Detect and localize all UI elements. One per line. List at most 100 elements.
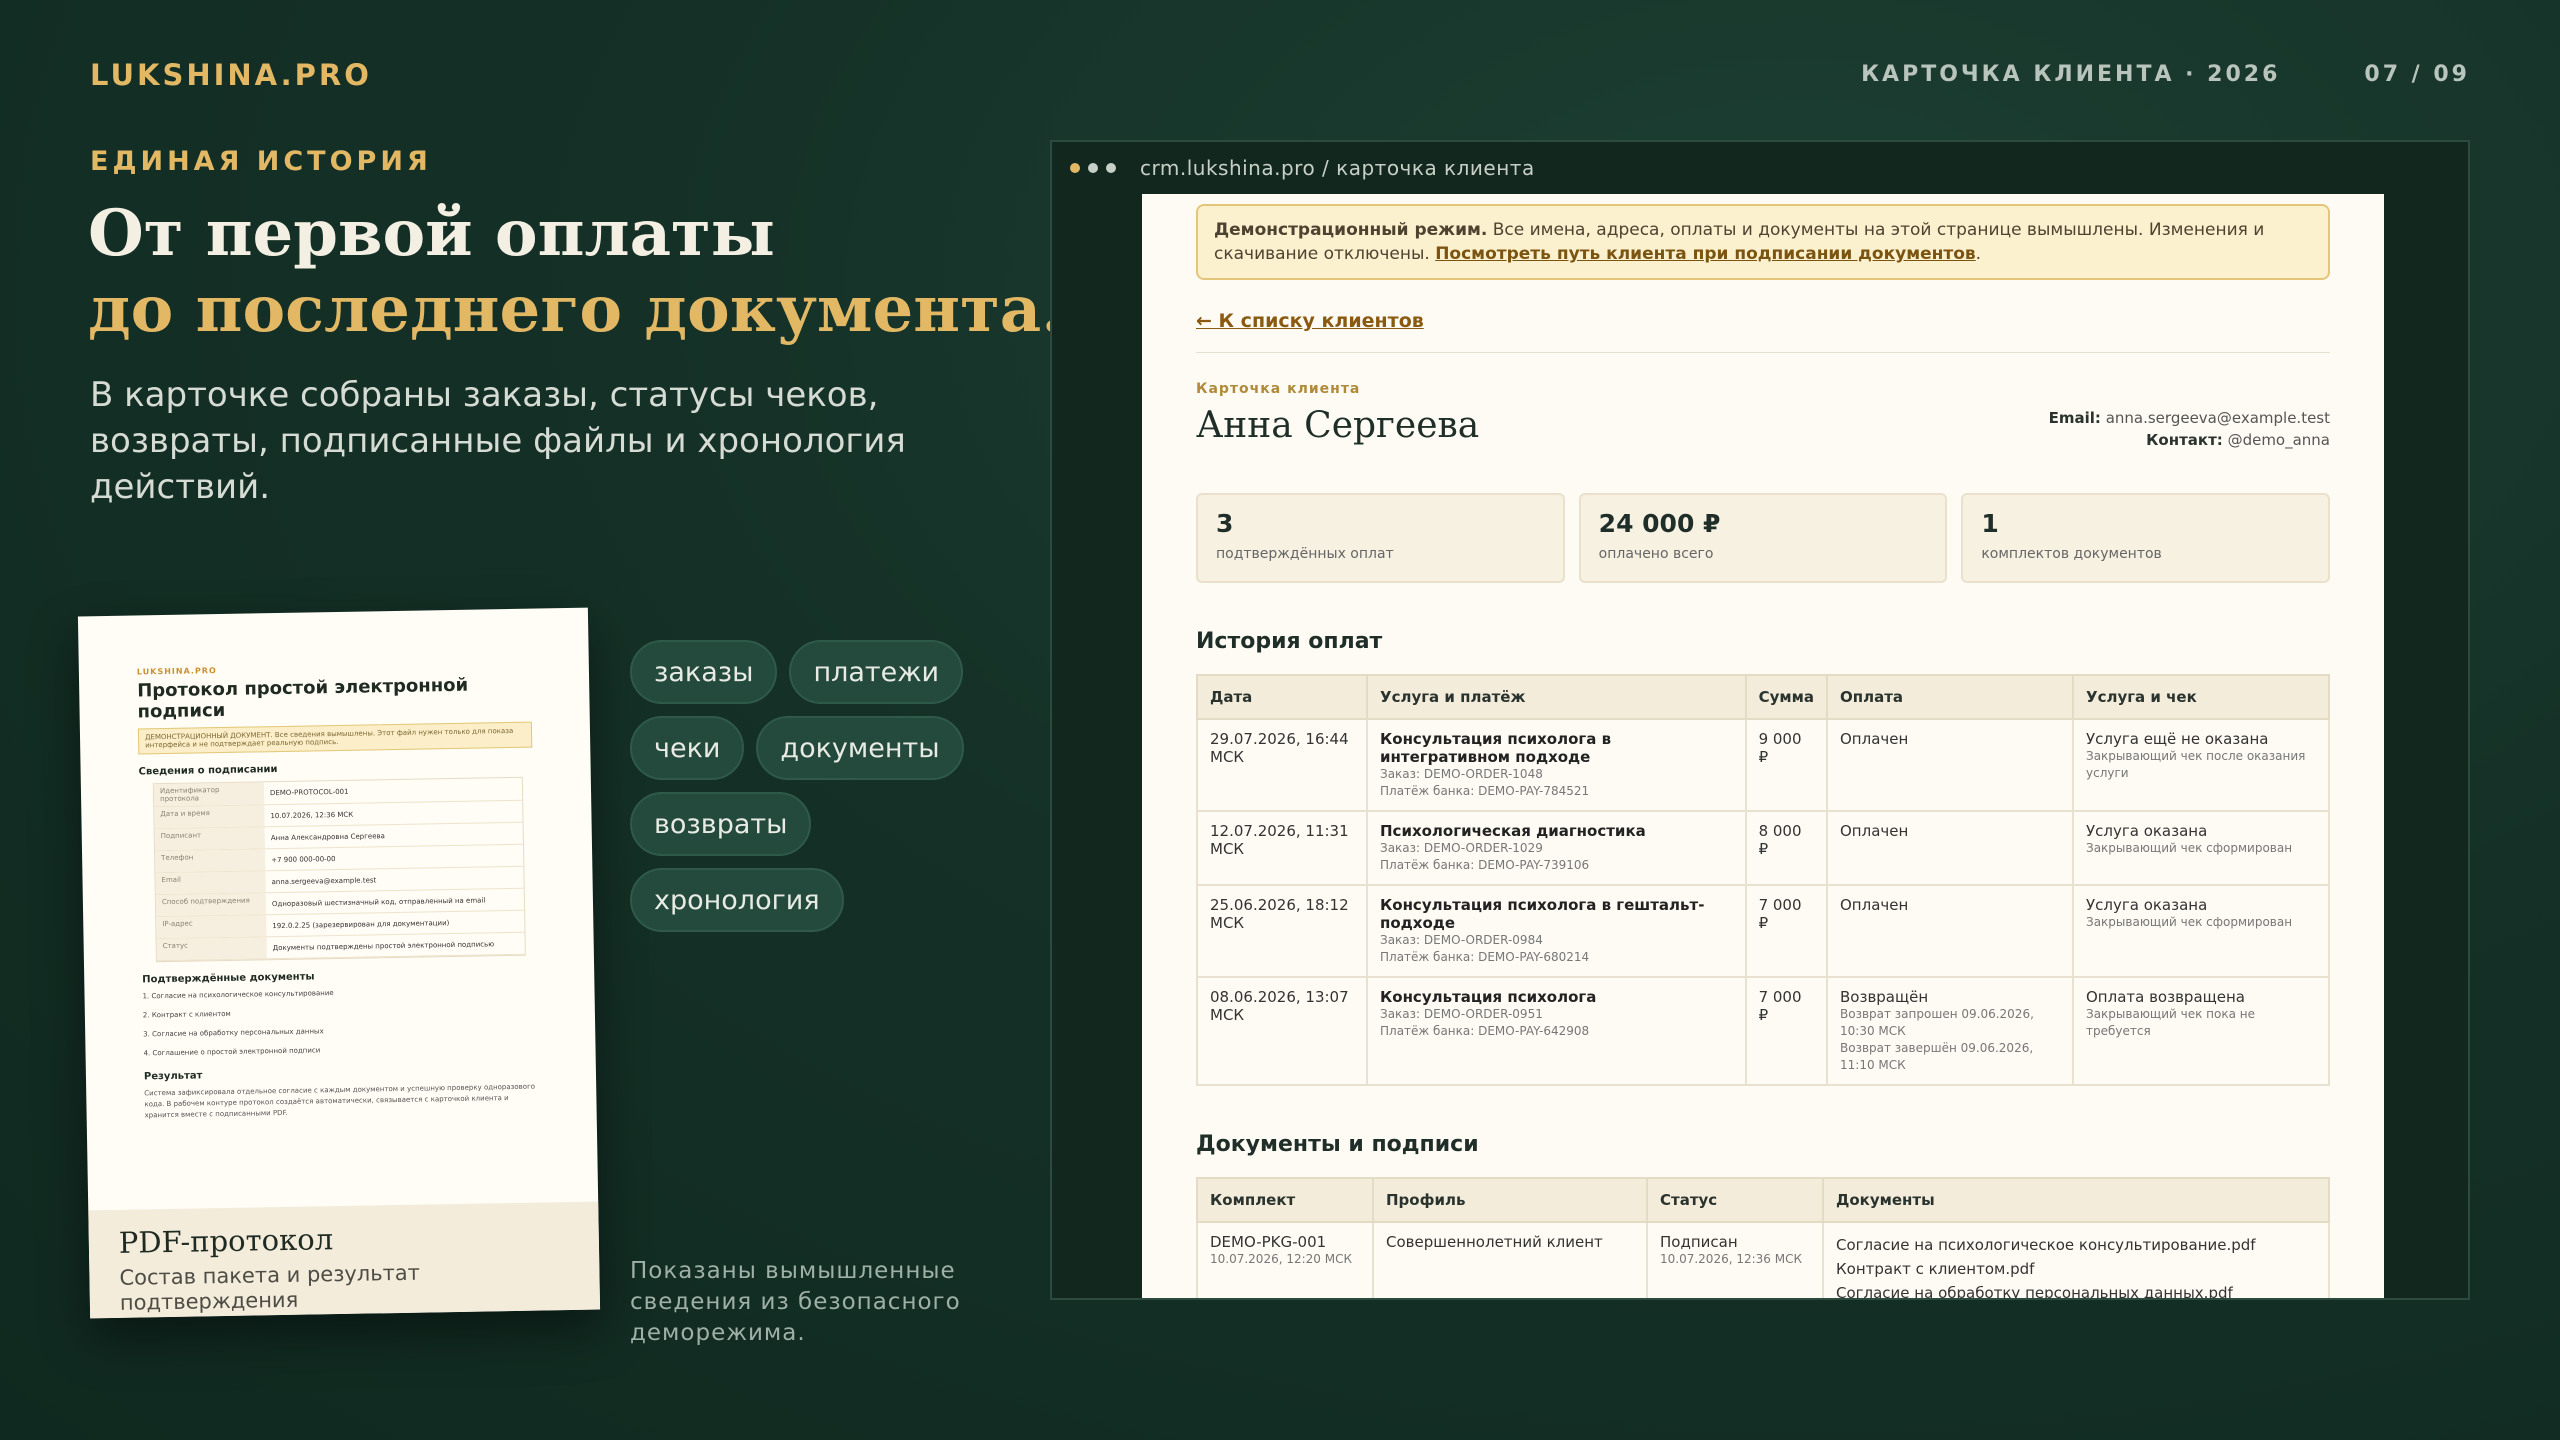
contact-label: Контакт: — [2146, 431, 2223, 449]
client-contacts: Email: anna.sergeeva@example.test Контак… — [2049, 407, 2330, 451]
payment-status: Оплачен — [1840, 822, 1909, 840]
refund-requested: Возврат запрошен 09.06.2026, 10:30 МСК — [1840, 1007, 2034, 1038]
headline-line2: до последнего документа. — [88, 272, 1064, 347]
kit-date: 10.07.2026, 12:20 МСК — [1210, 1252, 1352, 1266]
pdf-row-value: anna.sergeeva@example.test — [271, 875, 377, 886]
pdf-row-value: DEMO-PROTOCOL-001 — [269, 787, 349, 798]
pdf-docs-list: 1. Согласие на психологическое консульти… — [142, 985, 537, 1060]
window-dot-icon — [1106, 163, 1116, 173]
pdf-doc-item: 1. Согласие на психологическое консульти… — [142, 989, 334, 1001]
table-row[interactable]: 08.06.2026, 13:07 МСК Консультация психол… — [1196, 976, 2330, 1086]
pdf-doc-item: 3. Согласие на обработку персональных да… — [143, 1027, 324, 1039]
browser-bar: crm.lukshina.pro / карточка клиента — [1052, 142, 2468, 194]
pdf-footer: PDF-протокол Состав пакета и результат п… — [88, 1201, 601, 1319]
pdf-section-sign: Сведения о подписании — [138, 764, 278, 778]
service-status: Оплата возвращена — [2086, 988, 2245, 1006]
file-link[interactable]: Согласие на обработку персональных данны… — [1836, 1281, 2316, 1298]
file-link[interactable]: Согласие на психологическое консультиров… — [1836, 1233, 2316, 1257]
client-email[interactable]: anna.sergeeva@example.test — [2106, 409, 2330, 427]
payment-status: Оплачен — [1840, 730, 1909, 748]
payment-date: 12.07.2026, 11:31 МСК — [1210, 822, 1349, 858]
stat-label: оплачено всего — [1598, 546, 1714, 562]
stat-label: подтверждённых оплат — [1216, 546, 1394, 562]
col-documents: Документы — [1822, 1177, 2330, 1223]
kit-status: Подписан — [1660, 1233, 1738, 1251]
payment-sum: 9 000 ₽ — [1758, 730, 1802, 766]
payment-bank-id: Платёж банка: DEMO-PAY-739106 — [1380, 858, 1590, 872]
payment-order: Заказ: DEMO-ORDER-1029 — [1380, 841, 1543, 855]
slide-meta: КАРТОЧКА КЛИЕНТА · 2026 07 / 09 — [1861, 62, 2470, 87]
tag-orders[interactable]: заказы — [630, 640, 778, 704]
col-kit: Комплект — [1196, 1177, 1374, 1223]
payment-date: 29.07.2026, 16:44 МСК — [1210, 730, 1349, 766]
service-status: Услуга ещё не оказана — [2086, 730, 2269, 748]
file-link[interactable]: Контракт с клиентом.pdf — [1836, 1257, 2316, 1281]
payment-service: Консультация психолога в гештальт-подход… — [1380, 896, 1705, 932]
kit-status-date: 10.07.2026, 12:36 МСК — [1660, 1252, 1802, 1266]
demo-banner-title: Демонстрационный режим. — [1214, 220, 1488, 240]
pdf-row-value: Документы подтверждены простой электронн… — [272, 939, 495, 952]
address-bar[interactable]: crm.lukshina.pro / карточка клиента — [1140, 156, 1535, 180]
payment-status: Оплачен — [1840, 896, 1909, 914]
payment-status: Возвращён — [1840, 988, 1929, 1006]
crm-page: Демонстрационный режим. Все имена, адрес… — [1142, 194, 2384, 1298]
tag-refunds[interactable]: возвраты — [630, 792, 812, 856]
receipt-status: Закрывающий чек сформирован — [2086, 915, 2293, 929]
brand-logo: LUKSHINA.PRO — [90, 58, 372, 92]
receipt-status: Закрывающий чек после оказания услуги — [2086, 749, 2306, 780]
pdf-doc-item: 4. Соглашение о простой электронной подп… — [143, 1046, 321, 1058]
pdf-row-key: Статус — [156, 937, 267, 961]
docs-header-row: Комплект Профиль Статус Документы — [1196, 1177, 2330, 1223]
col-payment: Оплата — [1826, 674, 2074, 720]
payment-bank-id: Платёж банка: DEMO-PAY-642908 — [1380, 1024, 1590, 1038]
pdf-sign-table: Идентификатор протокола DEMO-PROTOCOL-001… — [152, 776, 526, 963]
demo-banner: Демонстрационный режим. Все имена, адрес… — [1196, 204, 2330, 280]
tag-receipts[interactable]: чеки — [630, 716, 745, 780]
payment-sum: 7 000 ₽ — [1758, 988, 1802, 1024]
stat-value: 24 000 ₽ — [1598, 509, 1721, 538]
pdf-row-value: 10.07.2026, 12:36 МСК — [270, 810, 354, 820]
footnote: Показаны вымышленные сведения из безопас… — [630, 1258, 961, 1346]
payment-order: Заказ: DEMO-ORDER-0951 — [1380, 1007, 1543, 1021]
tag-timeline[interactable]: хронология — [630, 868, 844, 932]
kit-id: DEMO-PKG-001 — [1210, 1233, 1327, 1251]
card-kicker: Карточка клиента — [1196, 381, 1361, 397]
stat-label: комплектов документов — [1981, 546, 2162, 562]
table-row[interactable]: 29.07.2026, 16:44 МСК Консультация психол… — [1196, 718, 2330, 812]
payment-service: Консультация психолога — [1380, 988, 1597, 1006]
client-header: Карточка клиента Анна Сергеева Email: an… — [1196, 381, 2330, 451]
table-row[interactable]: 12.07.2026, 11:31 МСК Психологическая диа… — [1196, 810, 2330, 886]
table-row[interactable]: DEMO-PKG-001 10.07.2026, 12:20 МСК Совер… — [1196, 1221, 2330, 1298]
pdf-preview-card[interactable]: LUKSHINA.PRO Протокол простой электронно… — [77, 607, 601, 1319]
documents-table: Комплект Профиль Статус Документы DEMO-P… — [1196, 1177, 2330, 1298]
tag-documents[interactable]: документы — [756, 716, 964, 780]
payment-bank-id: Платёж банка: DEMO-PAY-680214 — [1380, 950, 1590, 964]
lead-text: В карточке собраны заказы, статусы чеков… — [90, 375, 906, 507]
payment-sum: 8 000 ₽ — [1758, 822, 1802, 858]
receipt-status: Закрывающий чек пока не требуется — [2086, 1007, 2255, 1038]
pdf-row-key: Подписант — [154, 827, 265, 851]
window-dot-icon — [1088, 163, 1098, 173]
receipt-status: Закрывающий чек сформирован — [2086, 841, 2293, 855]
client-name: Анна Сергеева — [1196, 405, 1480, 446]
pdf-footer-title: PDF-протокол — [118, 1222, 334, 1260]
payment-service: Психологическая диагностика — [1380, 822, 1646, 840]
pdf-row-value: Одноразовый шестизначный код, отправленн… — [271, 895, 486, 908]
pdf-demo-notice: ДЕМОНСТРАЦИОННЫЙ ДОКУМЕНТ. Все сведения … — [137, 721, 533, 755]
table-row[interactable]: 25.06.2026, 18:12 МСК Консультация психол… — [1196, 884, 2330, 978]
client-contact[interactable]: @demo_anna — [2228, 431, 2330, 449]
client-path-link[interactable]: Посмотреть путь клиента при подписании д… — [1435, 244, 1975, 264]
headline: От первой оплаты до последнего документа… — [88, 196, 1088, 348]
pdf-row-value: +7 900 000-00-00 — [271, 854, 336, 864]
col-service: Услуга и платёж — [1366, 674, 1747, 720]
tag-payments[interactable]: платежи — [789, 640, 964, 704]
col-profile: Профиль — [1372, 1177, 1648, 1223]
pdf-section-result: Результат — [143, 1070, 203, 1083]
service-status: Услуга оказана — [2086, 896, 2208, 914]
slide-topic: КАРТОЧКА КЛИЕНТА · 2026 — [1861, 62, 2281, 87]
docs-section-title: Документы и подписи — [1196, 1132, 1479, 1157]
stat-document-kits: 1 комплектов документов — [1961, 493, 2331, 583]
back-to-clients-link[interactable]: ← К списку клиентов — [1196, 310, 1424, 332]
pdf-row-key: Email — [155, 871, 266, 895]
headline-line1: От первой оплаты — [88, 196, 775, 271]
